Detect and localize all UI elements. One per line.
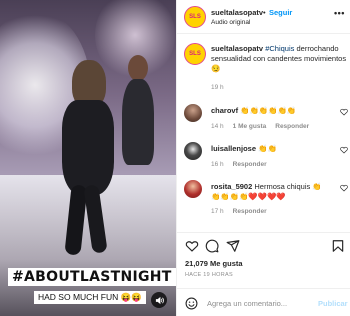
volume-icon[interactable] <box>151 292 167 308</box>
commenter-avatar[interactable] <box>184 104 202 122</box>
publish-button[interactable]: Publicar <box>318 299 348 308</box>
comment-input[interactable] <box>207 296 312 310</box>
comment-body: 👏👏 <box>258 144 277 153</box>
post-side-panel: SLS sueltalasopatv • Seguir Audio origin… <box>176 0 350 316</box>
caption-avatar[interactable]: SLS <box>184 43 206 65</box>
comment-time: 17 h <box>211 208 224 215</box>
comment-time: 16 h <box>211 161 224 168</box>
like-comment-heart-icon[interactable] <box>340 184 348 194</box>
reply-button[interactable]: Responder <box>275 123 309 130</box>
comment-body: 👏👏👏👏👏👏 <box>240 106 297 115</box>
comment-meta: 14 h 1 Me gusta Responder <box>211 123 318 130</box>
instagram-post: #ABOUTLASTNIGHT HAD SO MUCH FUN 😝😝 SLS s… <box>0 0 350 316</box>
dancer-figure <box>58 60 116 260</box>
post-time-ago: HACE 19 HORAS <box>185 272 233 278</box>
comment-meta: 17 h Responder <box>211 208 276 215</box>
comment-text: luisallenjose 👏👏 <box>211 144 329 154</box>
follow-button[interactable]: Seguir <box>269 8 292 17</box>
add-comment-bar: Publicar <box>177 288 350 316</box>
caption-time: 19 h <box>211 84 224 91</box>
likes-count[interactable]: 21,079 Me gusta <box>185 259 243 268</box>
video-overlay-subtitle: HAD SO MUCH FUN 😝😝 <box>34 291 146 304</box>
caption-hashtag[interactable]: #Chiquis <box>265 44 294 53</box>
like-comment-heart-icon[interactable] <box>340 108 348 118</box>
comment-likes[interactable]: 1 Me gusta <box>233 123 267 130</box>
comment-text: charovf 👏👏👏👏👏👏 <box>211 106 329 116</box>
reply-button[interactable]: Responder <box>233 208 267 215</box>
comment-meta: 16 h Responder <box>211 161 276 168</box>
commenter-avatar[interactable] <box>184 142 202 160</box>
post-video[interactable]: #ABOUTLASTNIGHT HAD SO MUCH FUN 😝😝 <box>0 0 176 316</box>
caption-username[interactable]: sueltalasopatv <box>211 44 263 53</box>
like-heart-icon[interactable] <box>185 239 199 253</box>
post-header: SLS sueltalasopatv • Seguir Audio origin… <box>177 0 350 34</box>
background-person <box>120 55 156 165</box>
account-avatar[interactable]: SLS <box>184 6 206 28</box>
more-options-icon[interactable]: ••• <box>334 8 345 18</box>
separator-dot: • <box>263 8 266 17</box>
share-send-icon[interactable] <box>226 239 240 253</box>
comment-bubble-icon[interactable] <box>205 239 219 253</box>
comment-time: 14 h <box>211 123 224 130</box>
video-overlay-title: #ABOUTLASTNIGHT <box>8 268 176 286</box>
post-actions <box>177 232 350 254</box>
save-bookmark-icon[interactable] <box>331 239 345 253</box>
header-username[interactable]: sueltalasopatv <box>211 8 263 17</box>
audio-link[interactable]: Audio original <box>211 19 250 26</box>
comment-username[interactable]: luisallenjose <box>211 144 256 153</box>
comment-username[interactable]: charovf <box>211 106 238 115</box>
emoji-smiley-icon[interactable] <box>185 297 198 310</box>
comment-text: rosita_5902 Hermosa chiquis 👏👏👏👏👏❤️❤️❤️❤… <box>211 182 329 202</box>
caption-text: sueltalasopatv #Chiquis derrochando sens… <box>211 44 347 74</box>
comment-username[interactable]: rosita_5902 <box>211 182 252 191</box>
like-comment-heart-icon[interactable] <box>340 146 348 156</box>
reply-button[interactable]: Responder <box>233 161 267 168</box>
commenter-avatar[interactable] <box>184 180 202 198</box>
